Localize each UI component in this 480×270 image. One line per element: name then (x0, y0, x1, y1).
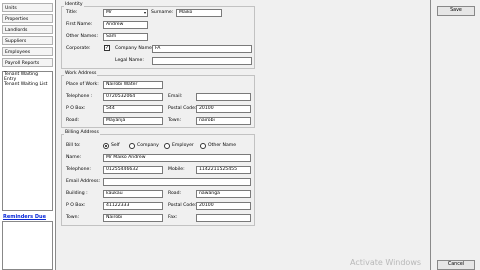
billing-postal-code-field[interactable]: 20100 (196, 202, 251, 210)
other-names-field[interactable]: Sam (103, 33, 148, 41)
work-road-field[interactable]: Mayanja (103, 117, 163, 125)
place-of-work-label: Place of Work: (66, 82, 99, 87)
chevron-down-icon: ▾ (143, 10, 146, 15)
title-select[interactable]: Mr ▾ (103, 9, 148, 17)
work-postal-code-label: Postal Code: (168, 106, 197, 111)
work-postal-code-field[interactable]: 20100 (196, 105, 251, 113)
work-town-label: Town: (168, 118, 182, 123)
bill-to-company-radio[interactable] (129, 143, 135, 149)
billing-road-field[interactable]: nawanga (196, 190, 251, 198)
first-name-field[interactable]: Andrew (103, 21, 148, 29)
work-pobox-field[interactable]: 544 (103, 105, 163, 113)
nav-properties[interactable]: Properties (2, 14, 53, 23)
corporate-label: Corporate: (66, 46, 91, 51)
billing-telephone-field[interactable]: 01255446632 (103, 166, 163, 174)
bill-to-employer-radio[interactable] (164, 143, 170, 149)
bill-to-self-label: Self (111, 143, 120, 148)
billing-town-field[interactable]: Nairobi (103, 214, 163, 222)
nav-employees[interactable]: Employees (2, 47, 53, 56)
work-road-label: Road: (66, 118, 80, 123)
nav-suppliers[interactable]: Suppliers (2, 36, 53, 45)
legal-name-label: Legal Name: (115, 58, 144, 63)
billing-building-label: Building : (66, 191, 88, 196)
work-telephone-field[interactable]: 0720532064 (103, 93, 163, 101)
work-email-field[interactable] (196, 93, 251, 101)
title-label: Title: (66, 10, 78, 15)
legal-name-field[interactable] (152, 57, 252, 65)
billing-name-label: Name: (66, 155, 82, 160)
corporate-checkbox[interactable]: ✓ (104, 45, 110, 51)
bill-to-other-name-label: Other Name (208, 143, 237, 148)
work-town-field[interactable]: nairobi (196, 117, 251, 125)
identity-group-title: Identity (64, 2, 84, 7)
list-item[interactable]: Tenant Waiting List (4, 82, 51, 87)
save-button[interactable]: Save (437, 6, 475, 16)
billing-town-label: Town: (66, 215, 80, 220)
work-address-group-title: Work Address (64, 71, 98, 76)
bill-to-other-name-radio[interactable] (200, 143, 206, 149)
first-name-label: First Name: (66, 22, 93, 27)
cancel-button[interactable]: Cancel (437, 260, 475, 270)
billing-telephone-label: Telephone: (66, 167, 91, 172)
billing-group-title: Billing Address (64, 130, 100, 135)
surname-label: Surname: (151, 10, 174, 15)
bill-to-employer-label: Employer (172, 143, 194, 148)
billing-postal-code-label: Postal Code: (168, 203, 197, 208)
other-names-label: Other Names: (66, 34, 98, 39)
reminders-title[interactable]: Reminders Due (3, 214, 46, 220)
billing-name-field[interactable]: Mr Maiko Andrew (103, 154, 251, 162)
bill-to-label: Bill to: (66, 143, 81, 148)
billing-pobox-field[interactable]: 41122333 (103, 202, 163, 210)
billing-road-label: Road: (168, 191, 182, 196)
work-pobox-label: P O Box: (66, 106, 86, 111)
surname-field[interactable]: Maiko (176, 9, 222, 17)
billing-building-field[interactable]: kaukau (103, 190, 163, 198)
action-panel: Save Cancel (430, 0, 480, 270)
billing-mobile-field[interactable]: 1142211525455 (196, 166, 251, 174)
billing-mobile-label: Mobile: (168, 167, 185, 172)
billing-fax-field[interactable] (196, 214, 251, 222)
nav-landlords[interactable]: Landlords (2, 25, 53, 34)
company-name-field[interactable]: FA (152, 45, 252, 53)
billing-email-field[interactable] (103, 178, 251, 186)
work-email-label: Email: (168, 94, 183, 99)
bill-to-self-radio[interactable] (103, 143, 109, 149)
bill-to-company-label: Company (137, 143, 159, 148)
place-of-work-field[interactable]: Nairobi Water (103, 81, 163, 89)
work-telephone-label: Telephone : (66, 94, 93, 99)
billing-email-label: Email Address: (66, 179, 101, 184)
company-name-label: Company Name (115, 46, 152, 51)
left-navigation-panel: Units Properties Landlords Suppliers Emp… (0, 0, 56, 270)
reminders-box (2, 221, 53, 270)
billing-pobox-label: P O Box: (66, 203, 86, 208)
nav-units[interactable]: Units (2, 3, 53, 12)
billing-fax-label: Fax: (168, 215, 178, 220)
nav-payroll-reports[interactable]: Payroll Reports (2, 58, 53, 67)
activation-watermark: Activate Windows (350, 258, 422, 267)
tenant-list[interactable]: Tenant Waiting Entry Tenant Waiting List (2, 71, 53, 211)
list-item[interactable]: Tenant Waiting Entry (4, 72, 51, 82)
title-value: Mr (106, 10, 112, 15)
